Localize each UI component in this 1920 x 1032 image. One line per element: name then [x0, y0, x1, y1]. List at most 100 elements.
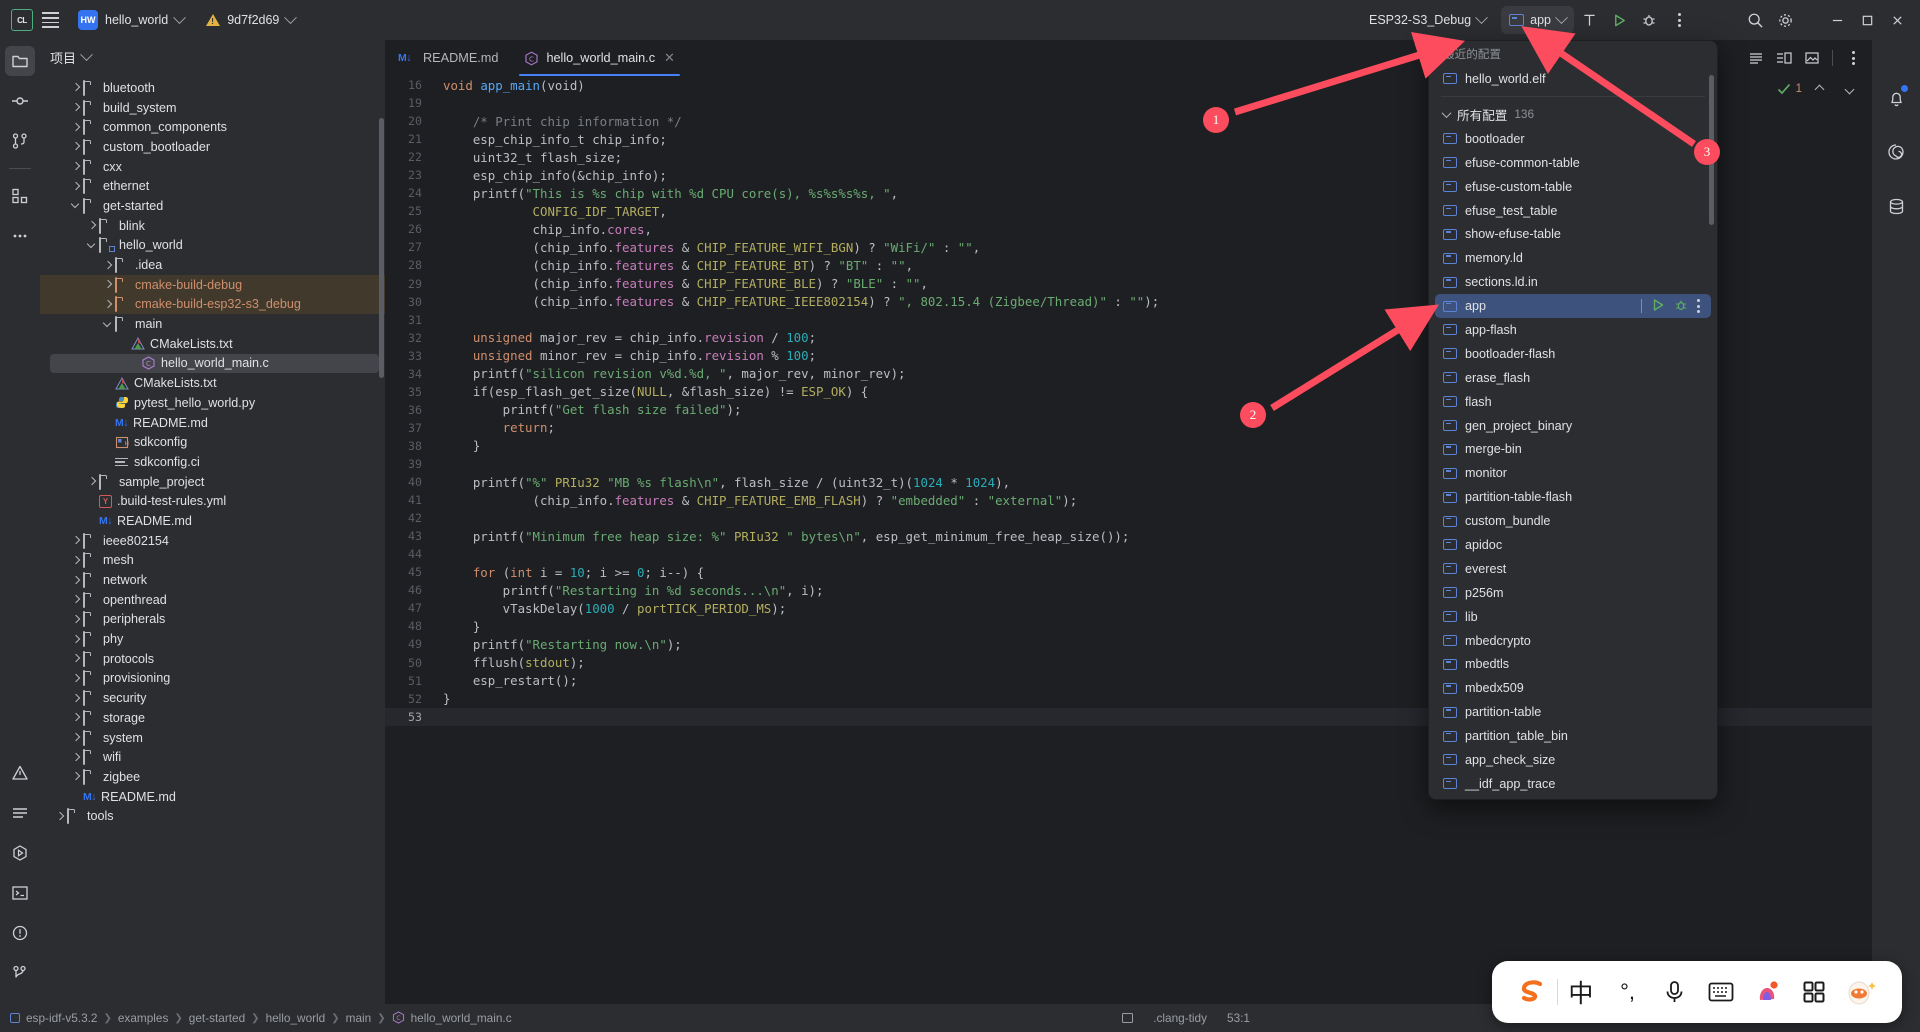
- editor-tab-readme-md[interactable]: M↓ README.md: [385, 40, 511, 76]
- editor-more-button[interactable]: [1840, 45, 1866, 71]
- search-everywhere-button[interactable]: [1740, 6, 1770, 34]
- sidebar-item-pull-requests[interactable]: [5, 126, 35, 156]
- prev-problem-button[interactable]: [1806, 76, 1832, 102]
- close-window-button[interactable]: [1882, 6, 1912, 34]
- dropdown-item-p256m[interactable]: p256m: [1429, 581, 1717, 605]
- dropdown-item-partition-table-bin[interactable]: partition_table_bin: [1429, 724, 1717, 748]
- tree-node-sdkconfig-ci[interactable]: sdkconfig.ci: [40, 452, 385, 472]
- tree-node-build-system[interactable]: build_system: [40, 98, 385, 118]
- tree-node-custom-bootloader[interactable]: custom_bootloader: [40, 137, 385, 157]
- dropdown-item-merge-bin[interactable]: merge-bin: [1429, 437, 1717, 461]
- dropdown-item-partition-table[interactable]: partition-table: [1429, 700, 1717, 724]
- sidebar-item-todo[interactable]: [5, 798, 35, 828]
- dropdown-item-bootloader-flash[interactable]: bootloader-flash: [1429, 342, 1717, 366]
- tree-node-readme-md[interactable]: M↓ README.md: [40, 787, 385, 807]
- tree-node-bluetooth[interactable]: bluetooth: [40, 78, 385, 98]
- debug-button[interactable]: [1674, 298, 1688, 315]
- editor-tab-hello-world-main-c[interactable]: Chello_world_main.c ✕: [511, 40, 688, 76]
- configuration-list[interactable]: bootloader efuse-common-table efuse-custom…: [1429, 127, 1717, 799]
- tree-node-storage[interactable]: storage: [40, 708, 385, 728]
- dropdown-item-efuse-common-table[interactable]: efuse-common-table: [1429, 151, 1717, 175]
- dropdown-item-efuse-test-table[interactable]: efuse_test_table: [1429, 199, 1717, 223]
- tree-expand-arrow[interactable]: [70, 593, 83, 606]
- sidebar-item-more-tool-windows[interactable]: [5, 221, 35, 251]
- more-actions-button[interactable]: [1664, 6, 1694, 34]
- debug-button[interactable]: [1634, 6, 1664, 34]
- tree-node-peripherals[interactable]: peripherals: [40, 610, 385, 630]
- punctuation-mode-icon[interactable]: °,: [1604, 979, 1651, 1005]
- dropdown-item-everest[interactable]: everest: [1429, 557, 1717, 581]
- tree-expand-arrow[interactable]: [70, 534, 83, 547]
- dropdown-item-gen-project-binary[interactable]: gen_project_binary: [1429, 414, 1717, 438]
- tree-node-ethernet[interactable]: ethernet: [40, 176, 385, 196]
- tree-expand-arrow[interactable]: [70, 180, 83, 193]
- sidebar-item-notifications[interactable]: [5, 918, 35, 948]
- tree-node-tools[interactable]: tools: [40, 806, 385, 826]
- sidebar-item-project[interactable]: [5, 46, 35, 76]
- tree-expand-arrow[interactable]: [102, 259, 115, 272]
- tree-node-main[interactable]: main: [40, 314, 385, 334]
- project-panel-header[interactable]: 项目: [40, 40, 385, 75]
- tree-node-pytest-hello-world-py[interactable]: pytest_hello_world.py: [40, 393, 385, 413]
- tree-node-wifi[interactable]: wifi: [40, 747, 385, 767]
- breadcrumb-item-hello-world[interactable]: hello_world: [266, 1011, 326, 1025]
- tree-node-readme-md[interactable]: M↓ README.md: [40, 413, 385, 433]
- dropdown-item--idf-app-trace[interactable]: __idf_app_trace: [1429, 772, 1717, 796]
- tree-node-cmakelists-txt[interactable]: CMakeLists.txt: [40, 334, 385, 354]
- tree-node-common-components[interactable]: common_components: [40, 117, 385, 137]
- image-preview-button[interactable]: [1799, 45, 1825, 71]
- tree-expand-arrow[interactable]: [70, 101, 83, 114]
- dropdown-item-flash[interactable]: flash: [1429, 390, 1717, 414]
- inspection-profile-label[interactable]: .clang-tidy: [1153, 1011, 1207, 1025]
- tree-expand-arrow[interactable]: [70, 121, 83, 134]
- tree-node-sample-project[interactable]: sample_project: [40, 472, 385, 492]
- ai-feature-icon[interactable]: [1744, 980, 1791, 1005]
- tree-node-blink[interactable]: blink: [40, 216, 385, 236]
- dropdown-item-recent[interactable]: hello_world.elf: [1429, 67, 1717, 91]
- build-button[interactable]: [1574, 6, 1604, 34]
- tree-node-phy[interactable]: phy: [40, 629, 385, 649]
- tree-node-system[interactable]: system: [40, 728, 385, 748]
- dropdown-item-app-check-size[interactable]: app_check_size: [1429, 748, 1717, 772]
- dropdown-item-partition-table-flash[interactable]: partition-table-flash: [1429, 485, 1717, 509]
- branch-widget[interactable]: 9d7f2d69: [198, 6, 303, 34]
- tree-node--build-test-rules-yml[interactable]: Y .build-test-rules.yml: [40, 491, 385, 511]
- tree-node-cmakelists-txt[interactable]: CMakeLists.txt: [40, 373, 385, 393]
- dropdown-item-show-efuse-table[interactable]: show-efuse-table: [1429, 222, 1717, 246]
- tree-expand-arrow[interactable]: [70, 160, 83, 173]
- maximize-window-button[interactable]: [1852, 6, 1882, 34]
- tree-node-cmake-build-debug[interactable]: cmake-build-debug: [40, 274, 385, 295]
- main-menu-icon[interactable]: [36, 6, 64, 34]
- sidebar-item-terminal[interactable]: [5, 878, 35, 908]
- tree-node--idea[interactable]: .idea: [40, 255, 385, 275]
- project-tree[interactable]: bluetooth build_system common_components cu…: [40, 75, 385, 1004]
- settings-button[interactable]: [1770, 6, 1800, 34]
- tree-node-zigbee[interactable]: zigbee: [40, 767, 385, 787]
- minimize-window-button[interactable]: [1822, 6, 1852, 34]
- voice-input-icon[interactable]: [1651, 980, 1698, 1005]
- project-widget[interactable]: HW hello_world: [70, 6, 192, 34]
- notifications-button[interactable]: [1882, 84, 1910, 112]
- dropdown-item-erase-flash[interactable]: erase_flash: [1429, 366, 1717, 390]
- breadcrumb-item-esp-idf-v5-3-2[interactable]: esp-idf-v5.3.2: [26, 1011, 97, 1025]
- sidebar-item-commit[interactable]: [5, 86, 35, 116]
- dropdown-item-sections-ld-in[interactable]: sections.ld.in: [1429, 270, 1717, 294]
- ai-assistant-button[interactable]: [1882, 138, 1910, 166]
- tree-node-get-started[interactable]: get-started: [40, 196, 385, 216]
- dropdown-item-memory-ld[interactable]: memory.ld: [1429, 246, 1717, 270]
- tree-expand-arrow[interactable]: [70, 574, 83, 587]
- dropdown-item-app[interactable]: app: [1435, 294, 1711, 319]
- tree-node-cxx[interactable]: cxx: [40, 157, 385, 177]
- split-editor-button[interactable]: [1771, 45, 1797, 71]
- run-button[interactable]: [1604, 6, 1634, 34]
- tree-expand-arrow[interactable]: [102, 318, 115, 331]
- tree-node-ieee802154[interactable]: ieee802154: [40, 531, 385, 551]
- tree-node-readme-md[interactable]: M↓ README.md: [40, 511, 385, 531]
- item-more-button[interactable]: [1697, 299, 1700, 314]
- close-tab-icon[interactable]: ✕: [664, 50, 675, 66]
- tree-expand-arrow[interactable]: [70, 672, 83, 685]
- soft-keyboard-icon[interactable]: [1698, 981, 1745, 1003]
- tree-expand-arrow[interactable]: [70, 554, 83, 567]
- sidebar-item-problems[interactable]: [5, 758, 35, 788]
- tree-node-openthread[interactable]: openthread: [40, 590, 385, 610]
